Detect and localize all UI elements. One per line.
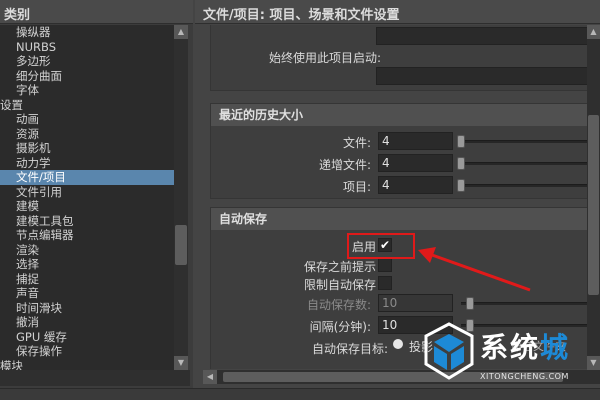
autosave-count-row: 自动保存数: 10 — [211, 294, 600, 314]
history-label: 项目: — [342, 180, 371, 194]
autosave-interval-label: 间隔(分钟): — [309, 320, 371, 334]
category-item[interactable]: 操纵器 — [0, 25, 174, 40]
category-horizontal-scrollbar[interactable] — [0, 370, 190, 386]
history-input[interactable]: 4 — [378, 154, 453, 172]
startup-project-row: 始终使用此项目启动: — [211, 47, 600, 67]
startup-project-field[interactable] — [376, 67, 600, 85]
slider-handle-icon[interactable] — [466, 297, 474, 310]
autosave-section-title[interactable]: 自动保存 — [211, 208, 600, 230]
annotation-highlight-box — [347, 233, 415, 259]
autosave-limit-label: 限制自动保存 — [303, 278, 376, 292]
category-item[interactable]: 文件/项目 — [0, 170, 174, 185]
history-slider[interactable] — [457, 179, 600, 192]
autosave-prompt-checkbox[interactable] — [378, 258, 392, 272]
category-item[interactable]: 保存操作 — [0, 344, 174, 359]
category-item[interactable]: 建模工具包 — [0, 214, 174, 229]
scroll-down-icon[interactable]: ▼ — [174, 356, 188, 370]
watermark-brand: 系统城 — [480, 331, 571, 364]
category-item[interactable]: 选择 — [0, 257, 174, 272]
autosave-limit-checkbox[interactable] — [378, 276, 392, 290]
startup-project-label: 始终使用此项目启动: — [268, 51, 381, 65]
history-section: 最近的历史大小 文件: 4 递增文件: 4 项目: 4 — [210, 103, 600, 199]
history-input[interactable]: 4 — [378, 176, 453, 194]
autosave-prompt-row: 保存之前提示 — [211, 256, 600, 276]
settings-header: 文件/项目: 项目、场景和文件设置 — [195, 0, 600, 24]
category-item[interactable]: 声音 — [0, 286, 174, 301]
category-item[interactable]: 多边形 — [0, 54, 174, 69]
category-item[interactable]: 渲染 — [0, 243, 174, 258]
watermark-url: XITONGCHENG.COM — [480, 372, 569, 381]
scroll-left-icon[interactable]: ◀ — [203, 370, 217, 384]
category-item[interactable]: NURBS — [0, 40, 174, 55]
category-vertical-scrollbar[interactable]: ▲ ▼ — [174, 25, 188, 370]
autosave-target-label: 自动保存目标: — [311, 342, 388, 356]
category-item[interactable]: 节点编辑器 — [0, 228, 174, 243]
brand-logo-icon — [424, 322, 474, 380]
slider-handle-icon[interactable] — [457, 179, 465, 192]
category-item[interactable]: 资源 — [0, 127, 174, 142]
history-label: 递增文件: — [318, 158, 371, 172]
scroll-thumb[interactable] — [175, 225, 187, 265]
autosave-prompt-label: 保存之前提示 — [303, 260, 376, 274]
history-row: 项目: 4 — [211, 176, 600, 196]
history-label: 文件: — [342, 136, 371, 150]
category-item[interactable]: 设置 — [0, 98, 174, 113]
category-item[interactable]: 字体 — [0, 83, 174, 98]
settings-vertical-scrollbar[interactable]: ▲ ▼ — [587, 25, 600, 370]
scroll-thumb[interactable] — [588, 115, 599, 295]
category-panel: 类别 操纵器 NURBS 多边形 细分曲面 字体 设置 动画 资源 摄影机 动力学 文件/项目 文件引… — [0, 0, 193, 400]
scroll-up-icon[interactable]: ▲ — [174, 25, 188, 39]
slider-handle-icon[interactable] — [457, 135, 465, 148]
settings-scroll-area: 始终使用此项目启动: 最近的历史大小 文件: 4 递增文件: 4 项目: 4 自动保存 启… — [200, 25, 600, 369]
scroll-up-icon[interactable]: ▲ — [587, 25, 600, 39]
target-project-radio[interactable] — [393, 339, 403, 349]
category-item[interactable]: 动画 — [0, 112, 174, 127]
category-header: 类别 — [0, 0, 193, 24]
project-section: 始终使用此项目启动: — [210, 25, 600, 91]
slider-handle-icon[interactable] — [457, 157, 465, 170]
autosave-count-label: 自动保存数: — [306, 298, 371, 312]
category-item[interactable]: 摄影机 — [0, 141, 174, 156]
autosave-count-slider[interactable] — [461, 297, 600, 310]
autosave-count-input[interactable]: 10 — [378, 294, 453, 312]
history-section-title[interactable]: 最近的历史大小 — [211, 104, 600, 126]
history-slider[interactable] — [457, 157, 600, 170]
category-item[interactable]: 细分曲面 — [0, 69, 174, 84]
settings-title: 文件/项目: 项目、场景和文件设置 — [203, 8, 400, 23]
watermark: 系统城 XITONGCHENG.COM — [422, 322, 600, 392]
category-item[interactable]: 动力学 — [0, 156, 174, 171]
history-row: 递增文件: 4 — [211, 154, 600, 174]
history-input[interactable]: 4 — [378, 132, 453, 150]
category-item[interactable]: 撤消 — [0, 315, 174, 330]
history-slider[interactable] — [457, 135, 600, 148]
category-title: 类别 — [4, 8, 31, 23]
category-item[interactable]: 建模 — [0, 199, 174, 214]
autosave-limit-row: 限制自动保存 — [211, 274, 600, 294]
category-item[interactable]: 时间滑块 — [0, 301, 174, 316]
category-tree: 操纵器 NURBS 多边形 细分曲面 字体 设置 动画 资源 摄影机 动力学 文件/项目 文件引用 建模… — [0, 25, 174, 380]
category-item[interactable]: GPU 缓存 — [0, 330, 174, 345]
history-row: 文件: 4 — [211, 132, 600, 152]
category-item[interactable]: 捕捉 — [0, 272, 174, 287]
project-path-field[interactable] — [376, 27, 600, 45]
category-item[interactable]: 文件引用 — [0, 185, 174, 200]
